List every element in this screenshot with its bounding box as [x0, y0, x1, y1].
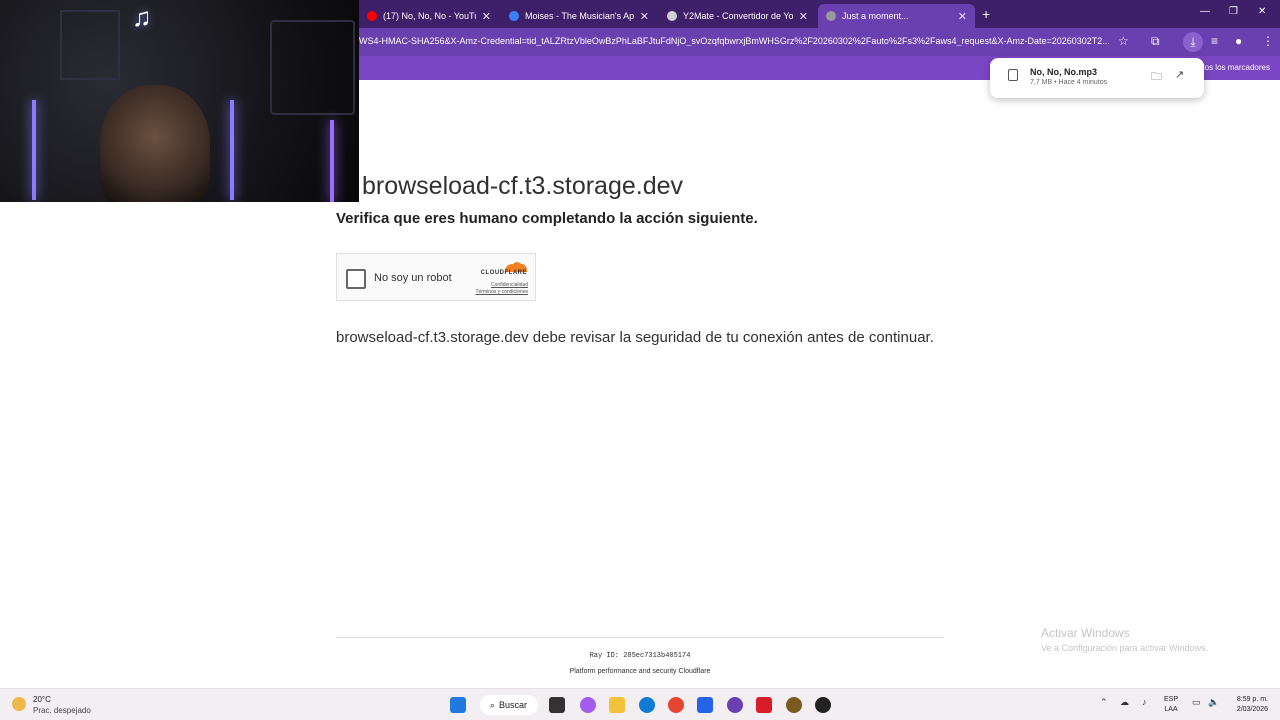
search-label: Buscar: [499, 700, 528, 710]
wall-shelf: [270, 20, 355, 115]
tab-title: Y2Mate - Convertidor de YouTu: [683, 11, 793, 21]
neon-light: [330, 120, 334, 202]
profile-icon[interactable]: ●: [1235, 34, 1242, 48]
file-icon: [1008, 69, 1018, 81]
close-icon[interactable]: ✕: [958, 10, 967, 23]
language-indicator[interactable]: ESP LAA: [1164, 695, 1178, 715]
edge-icon[interactable]: [639, 697, 655, 713]
tab-title: (17) No, No, No - YouTube: [383, 11, 476, 21]
tab-title: Just a moment...: [842, 11, 909, 21]
tab-youtube[interactable]: (17) No, No, No - YouTube ✕: [359, 4, 499, 28]
checkbox-label: No soy un robot: [374, 272, 452, 284]
ray-value: 285ec7313b405174: [623, 652, 691, 660]
neon-light: [32, 100, 36, 200]
activate-windows-title: Activar Windows: [1041, 626, 1130, 640]
menu-icon[interactable]: ⋮: [1262, 34, 1274, 48]
security-message: browseload-cf.t3.storage.dev debe revisa…: [336, 329, 934, 346]
footer-divider: [336, 637, 944, 638]
all-bookmarks-button[interactable]: dos los marcadores: [1200, 63, 1270, 72]
window-close-icon[interactable]: ✕: [1258, 6, 1266, 17]
page-title: browseload-cf.t3.storage.dev: [362, 172, 684, 200]
taskbar: 20°C Prac. despejado ⌕ Buscar ⌃ ☁ ♪ ESP L…: [0, 688, 1280, 720]
tab-y2mate[interactable]: Y2Mate - Convertidor de YouTu ✕: [659, 4, 816, 28]
cloudflare-link[interactable]: Cloudflare: [679, 668, 711, 675]
chrome-profile-icon[interactable]: [727, 697, 743, 713]
volume-icon[interactable]: 🔈: [1208, 697, 1219, 708]
close-icon[interactable]: ✕: [482, 10, 491, 23]
y2mate-icon: [667, 11, 677, 21]
moises-icon: [509, 11, 519, 21]
open-external-icon[interactable]: ↗: [1175, 68, 1184, 81]
task-view-icon[interactable]: [549, 697, 565, 713]
cloudflare-brand: CLOUDFLARE: [480, 270, 527, 276]
time: 8:59 p. m.: [1236, 696, 1268, 703]
microphone-icon[interactable]: ♪: [1142, 697, 1147, 707]
download-icon[interactable]: ⤓: [1183, 32, 1203, 52]
terms-link[interactable]: Términos y condiciones: [475, 289, 528, 296]
extensions-icon[interactable]: ⧉: [1151, 34, 1160, 49]
cloud-icon[interactable]: ☁: [1120, 697, 1129, 708]
footer-text: Platform performance and security: [569, 668, 677, 675]
bookmark-star-icon[interactable]: ☆: [1118, 34, 1129, 48]
file-explorer-icon[interactable]: [609, 697, 625, 713]
turnstile-widget: No soy un robot CLOUDFLARE Confidenciali…: [336, 253, 536, 301]
download-meta: 7,7 MB • Hace 4 minutos: [1030, 79, 1108, 86]
tab-title: Moises - The Musician's App | P: [525, 11, 634, 21]
obs-icon[interactable]: [815, 697, 831, 713]
wall-frame: [60, 10, 120, 80]
music-note-icon: ♫: [132, 2, 152, 32]
privacy-link[interactable]: Confidencialidad: [475, 282, 528, 289]
screen: (17) No, No, No - YouTube ✕ Moises - The…: [0, 0, 1280, 720]
captcha-links: Confidencialidad Términos y condiciones: [475, 282, 528, 296]
close-icon[interactable]: ✕: [799, 10, 808, 23]
start-icon[interactable]: [450, 697, 466, 713]
ray-label: Ray ID:: [589, 652, 619, 660]
tab-moises[interactable]: Moises - The Musician's App | P ✕: [501, 4, 657, 28]
weather-condition[interactable]: Prac. despejado: [33, 706, 91, 715]
address-bar[interactable]: WS4-HMAC-SHA256&X-Amz-Credential=tid_tAL…: [359, 36, 1111, 46]
download-bubble: No, No, No.mp3 7,7 MB • Hace 4 minutos 🗀…: [990, 58, 1204, 98]
clock[interactable]: 8:59 p. m. 2/03/2026: [1228, 695, 1268, 715]
webcam-overlay: ♫: [0, 0, 359, 202]
streamer: [100, 85, 210, 202]
verification-instruction: Verifica que eres humano completando la …: [336, 210, 758, 227]
keyboard-layout: LAA: [1164, 706, 1178, 713]
date: 2/03/2026: [1236, 706, 1268, 713]
copilot-icon[interactable]: [580, 697, 596, 713]
weather-icon[interactable]: [12, 697, 26, 711]
folder-icon[interactable]: 🗀: [1151, 68, 1162, 87]
ray-id: Ray ID: 285ec7313b405174: [0, 652, 1280, 660]
neon-light: [230, 100, 234, 200]
loading-icon: [826, 11, 836, 21]
restore-icon[interactable]: ❐: [1229, 6, 1238, 17]
taskbar-search[interactable]: ⌕ Buscar: [480, 695, 538, 715]
store-icon[interactable]: [697, 697, 713, 713]
minimize-icon[interactable]: —: [1200, 6, 1210, 17]
language-code: ESP: [1164, 696, 1179, 703]
chevron-up-icon[interactable]: ⌃: [1100, 697, 1108, 708]
close-icon[interactable]: ✕: [640, 10, 649, 23]
app-icon[interactable]: [786, 697, 802, 713]
download-filename[interactable]: No, No, No.mp3: [1030, 67, 1097, 77]
network-icon[interactable]: ▭: [1192, 697, 1201, 708]
footer-credit: Platform performance and security Cloudf…: [0, 668, 1280, 675]
media-control-icon[interactable]: ≡: [1211, 34, 1218, 48]
chrome-icon[interactable]: [668, 697, 684, 713]
youtube-icon: [367, 11, 377, 21]
tab-just-a-moment[interactable]: Just a moment... ✕: [818, 4, 975, 28]
new-tab-button[interactable]: +: [982, 6, 990, 22]
robot-checkbox[interactable]: [346, 269, 366, 289]
weather-temperature[interactable]: 20°C: [33, 695, 51, 704]
app-icon[interactable]: [756, 697, 772, 713]
activate-windows-subtitle: Ve a Configuración para activar Windows.: [1041, 643, 1209, 653]
